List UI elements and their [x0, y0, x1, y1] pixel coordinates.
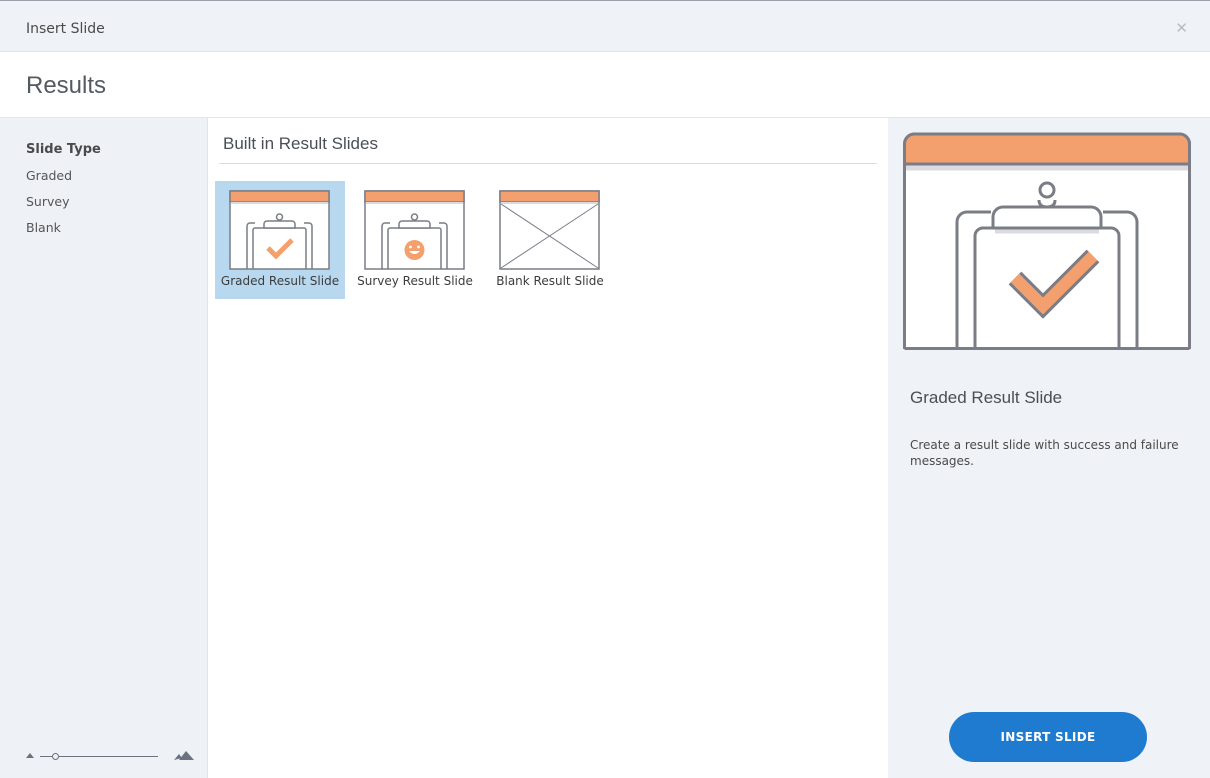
page-header: Results [0, 52, 1210, 118]
dialog-title: Insert Slide [26, 21, 105, 37]
sidebar-item-blank[interactable]: Blank [26, 220, 61, 235]
thumbnail-size-slider[interactable] [26, 748, 196, 764]
page-title: Results [26, 72, 107, 99]
close-icon[interactable]: ✕ [1175, 19, 1188, 37]
large-size-icon [174, 751, 194, 760]
small-size-icon [26, 753, 34, 758]
graded-clipboard-icon [229, 190, 330, 270]
thumbnail-label: Survey Result Slide [357, 274, 473, 288]
main-panel: Built in Result Slides Graded Result Sli… [208, 118, 888, 778]
thumbnail-graded-result-slide[interactable]: Graded Result Slide [215, 181, 345, 299]
thumbnail-label: Graded Result Slide [220, 274, 340, 288]
slider-thumb[interactable] [52, 753, 59, 760]
section-divider [219, 163, 877, 164]
sidebar-title: Slide Type [26, 142, 101, 157]
thumbnail-survey-result-slide[interactable]: Survey Result Slide [350, 181, 480, 299]
graded-clipboard-icon [903, 132, 1191, 350]
preview-panel: Graded Result Slide Create a result slid… [888, 118, 1210, 778]
insert-slide-button[interactable]: INSERT SLIDE [949, 712, 1147, 762]
preview-title: Graded Result Slide [910, 388, 1063, 407]
preview-description: Create a result slide with success and f… [910, 438, 1179, 468]
survey-clipboard-icon [364, 190, 465, 270]
sidebar: Slide Type Graded Survey Blank [0, 118, 208, 778]
sidebar-item-survey[interactable]: Survey [26, 194, 69, 209]
thumbnail-label: Blank Result Slide [496, 274, 604, 288]
thumbnail-blank-result-slide[interactable]: Blank Result Slide [485, 181, 615, 299]
section-title: Built in Result Slides [223, 134, 378, 153]
dialog-titlebar: Insert Slide ✕ [0, 0, 1210, 52]
sidebar-item-graded[interactable]: Graded [26, 168, 72, 183]
blank-slide-icon [499, 190, 600, 270]
